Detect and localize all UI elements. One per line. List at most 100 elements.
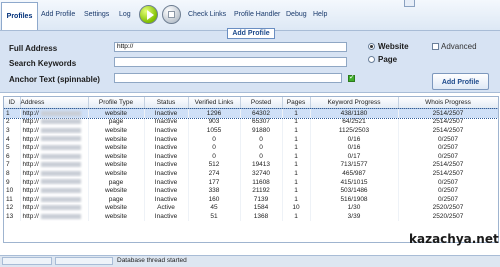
col-id[interactable]: ID bbox=[4, 97, 21, 109]
row-whois-progress: 0/2507 bbox=[398, 143, 498, 152]
tab-settings[interactable]: Settings bbox=[84, 11, 109, 18]
redacted-address bbox=[40, 179, 81, 185]
row-pages: 1 bbox=[282, 212, 311, 221]
row-profile-type: website bbox=[88, 143, 145, 152]
row-posted: 0 bbox=[240, 143, 283, 152]
table-row[interactable]: 9 http://page Inactive 177 11608 1 415/1015 0/2… bbox=[4, 177, 498, 187]
row-verified-links: 338 bbox=[188, 186, 241, 195]
row-whois-progress: 2520/2507 bbox=[398, 212, 498, 221]
row-posted: 19413 bbox=[240, 160, 283, 170]
row-keyword-progress: 465/987 bbox=[310, 169, 399, 178]
table-row[interactable]: 7 http://website Inactive 512 19413 1 713/1577… bbox=[4, 160, 498, 170]
advanced-checkbox[interactable] bbox=[432, 43, 439, 50]
row-pages: 1 bbox=[282, 151, 311, 161]
col-whois-progress[interactable]: Whois Progress bbox=[398, 97, 498, 109]
row-address: http:// bbox=[20, 169, 89, 178]
redacted-address bbox=[40, 170, 81, 176]
row-whois-progress: 2514/2507 bbox=[398, 126, 498, 135]
redacted-address bbox=[40, 196, 81, 202]
row-pages: 1 bbox=[282, 194, 311, 204]
add-profile-button[interactable]: Add Profile bbox=[432, 73, 489, 90]
row-status: Inactive bbox=[144, 117, 189, 127]
row-address: http:// bbox=[20, 160, 89, 170]
table-row[interactable]: 13 http://website Inactive 51 1368 1 3/39 2520/… bbox=[4, 212, 498, 221]
add-profile-panel: Add Profile Full Address http:// Search … bbox=[0, 28, 500, 93]
tab-log[interactable]: Log bbox=[119, 11, 131, 18]
radio-page[interactable] bbox=[368, 56, 375, 63]
row-pages: 1 bbox=[282, 126, 311, 135]
row-address: http:// bbox=[20, 177, 89, 187]
row-keyword-progress: 64/2521 bbox=[310, 117, 399, 127]
row-whois-progress: 2514/2507 bbox=[398, 160, 498, 170]
tab-debug[interactable]: Debug bbox=[286, 11, 307, 18]
row-status: Inactive bbox=[144, 151, 189, 161]
row-profile-type: website bbox=[88, 151, 145, 161]
tab-profile-handler[interactable]: Profile Handler bbox=[234, 11, 280, 18]
table-row[interactable]: 3 http://website Inactive 1055 91880 1 1125/25… bbox=[4, 126, 498, 135]
row-address: http:// bbox=[20, 117, 89, 127]
start-icon[interactable] bbox=[139, 5, 158, 24]
row-keyword-progress: 415/1015 bbox=[310, 177, 399, 187]
row-address: http:// bbox=[20, 194, 89, 204]
row-id: 3 bbox=[4, 126, 21, 135]
row-posted: 91880 bbox=[240, 126, 283, 135]
row-address: http:// bbox=[20, 143, 89, 152]
table-row[interactable]: 4 http://website Inactive 0 0 1 0/16 0/2507 bbox=[4, 134, 498, 144]
profiles-table[interactable]: ID Address Profile Type Status Verified … bbox=[3, 96, 499, 243]
row-posted: 32740 bbox=[240, 169, 283, 178]
row-whois-progress: 0/2507 bbox=[398, 194, 498, 204]
row-verified-links: 903 bbox=[188, 117, 241, 127]
col-profile-type[interactable]: Profile Type bbox=[88, 97, 145, 109]
table-row[interactable]: 12 http://website Active 45 1584 10 1/30 2520/2… bbox=[4, 203, 498, 213]
row-posted: 7139 bbox=[240, 194, 283, 204]
col-keyword-progress[interactable]: Keyword Progress bbox=[310, 97, 399, 109]
table-row[interactable]: 8 http://website Inactive 274 32740 1 465/987 2… bbox=[4, 169, 498, 178]
col-pages[interactable]: Pages bbox=[282, 97, 311, 109]
redacted-address bbox=[40, 144, 81, 150]
col-status[interactable]: Status bbox=[144, 97, 189, 109]
row-whois-progress: 2514/2507 bbox=[398, 169, 498, 178]
row-pages: 1 bbox=[282, 108, 311, 118]
row-profile-type: website bbox=[88, 134, 145, 144]
row-keyword-progress: 516/1908 bbox=[310, 194, 399, 204]
stop-icon[interactable] bbox=[162, 5, 181, 24]
row-status: Inactive bbox=[144, 108, 189, 118]
window-restore-icon[interactable] bbox=[404, 0, 415, 7]
table-row[interactable]: 1 http://website Inactive 1296 64302 1 438/118… bbox=[4, 107, 498, 119]
tab-profiles[interactable]: Profiles bbox=[1, 2, 38, 30]
status-cell bbox=[2, 257, 52, 265]
row-id: 8 bbox=[4, 169, 21, 178]
table-row[interactable]: 6 http://website Inactive 0 0 1 0/17 0/2507 bbox=[4, 151, 498, 161]
row-verified-links: 45 bbox=[188, 203, 241, 213]
radio-website[interactable] bbox=[368, 43, 375, 50]
row-status: Inactive bbox=[144, 126, 189, 135]
tab-check-links[interactable]: Check Links bbox=[188, 11, 226, 18]
row-status: Active bbox=[144, 203, 189, 213]
col-verified-links[interactable]: Verified Links bbox=[188, 97, 241, 109]
row-id: 4 bbox=[4, 134, 21, 144]
table-row[interactable]: 10 http://website Inactive 338 21192 1 503/148… bbox=[4, 186, 498, 195]
redacted-address bbox=[40, 110, 81, 116]
radio-page-label: Page bbox=[378, 55, 398, 64]
spin-ok-icon[interactable] bbox=[348, 73, 355, 82]
row-posted: 1368 bbox=[240, 212, 283, 221]
redacted-address bbox=[40, 127, 81, 133]
address-input[interactable]: http:// bbox=[114, 42, 347, 52]
row-pages: 1 bbox=[282, 143, 311, 152]
table-row[interactable]: 11 http://page Inactive 160 7139 1 516/1908 0/2… bbox=[4, 194, 498, 204]
row-keyword-progress: 438/1180 bbox=[310, 108, 399, 118]
row-address: http:// bbox=[20, 212, 89, 221]
row-address: http:// bbox=[20, 126, 89, 135]
col-address[interactable]: Address bbox=[20, 97, 89, 109]
table-row[interactable]: 2 http://page Inactive 903 65307 1 64/2521 2514… bbox=[4, 117, 498, 127]
tab-help[interactable]: Help bbox=[313, 11, 327, 18]
row-profile-type: page bbox=[88, 117, 145, 127]
tab-add-profile[interactable]: Add Profile bbox=[41, 11, 75, 18]
row-profile-type: website bbox=[88, 186, 145, 195]
keywords-input[interactable] bbox=[114, 57, 347, 67]
anchor-input[interactable] bbox=[114, 73, 342, 83]
row-profile-type: website bbox=[88, 126, 145, 135]
row-posted: 65307 bbox=[240, 117, 283, 127]
col-posted[interactable]: Posted bbox=[240, 97, 283, 109]
table-row[interactable]: 5 http://website Inactive 0 0 1 0/16 0/2507 bbox=[4, 143, 498, 152]
